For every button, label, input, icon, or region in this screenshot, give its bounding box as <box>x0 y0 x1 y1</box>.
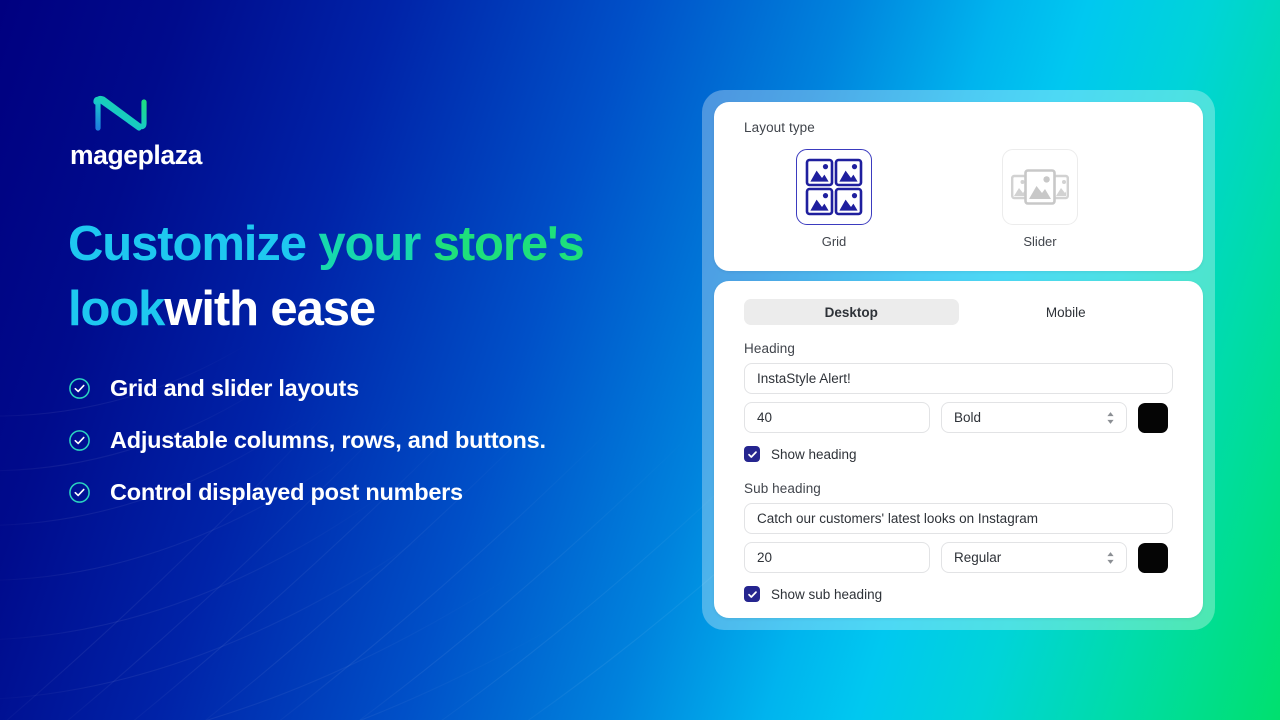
headline-word-2: your <box>318 217 421 271</box>
list-item: Grid and slider layouts <box>68 362 668 414</box>
sub-heading-font-weight-value: Regular <box>954 550 1002 565</box>
layout-type-options: Grid Slider <box>744 149 1173 249</box>
layout-option-slider-box[interactable] <box>1002 149 1078 225</box>
brand-logo: mageplaza <box>70 92 270 169</box>
heading-color-swatch[interactable] <box>1138 402 1168 433</box>
feature-label: Control displayed post numbers <box>110 478 463 505</box>
checkmark-icon <box>747 590 757 598</box>
check-circle-icon <box>69 481 90 503</box>
feature-label: Grid and slider layouts <box>110 374 359 401</box>
heading-style-row: Bold <box>744 402 1173 433</box>
sub-heading-color-swatch[interactable] <box>1138 542 1168 573</box>
device-tabs: Desktop Mobile <box>744 299 1173 325</box>
show-sub-heading-row[interactable]: Show sub heading <box>744 586 1173 602</box>
layout-option-slider-caption: Slider <box>1023 234 1057 249</box>
layout-type-panel: Layout type Grid Slider <box>714 102 1203 271</box>
promo-banner: mageplaza Customize your store's lookwit… <box>0 0 1280 720</box>
heading-field-group: Heading Bold <box>744 341 1173 462</box>
hero-headline: Customize your store's lookwith ease <box>68 212 668 342</box>
text-settings-panel: Desktop Mobile Heading Bold <box>714 281 1203 618</box>
sub-heading-font-size-input[interactable] <box>744 542 930 573</box>
show-heading-checkbox[interactable] <box>744 446 760 462</box>
show-heading-label: Show heading <box>771 446 857 462</box>
layout-option-grid[interactable]: Grid <box>796 149 872 249</box>
slider-images-icon <box>1011 169 1069 205</box>
tab-desktop[interactable]: Desktop <box>744 299 959 325</box>
list-item: Control displayed post numbers <box>68 466 668 518</box>
layout-type-label: Layout type <box>744 120 815 135</box>
feature-list: Grid and slider layouts Adjustable colum… <box>68 362 668 518</box>
sub-heading-input[interactable] <box>744 503 1173 534</box>
check-circle-icon <box>69 429 90 451</box>
show-sub-heading-label: Show sub heading <box>771 586 883 602</box>
heading-font-weight-value: Bold <box>954 410 982 425</box>
stepper-chevrons-icon <box>1107 411 1114 424</box>
stepper-chevrons-icon <box>1107 551 1114 564</box>
headline-word-4: look <box>68 282 165 337</box>
sub-heading-label: Sub heading <box>744 481 821 496</box>
settings-screenshot-frame: Layout type Grid Slider Desktop Mobile H… <box>702 90 1215 630</box>
heading-font-weight-select[interactable]: Bold <box>941 402 1127 433</box>
mageplaza-m-logo-icon <box>93 95 149 131</box>
headline-word-1: Customize <box>68 217 307 271</box>
sub-heading-font-weight-select[interactable]: Regular <box>941 542 1127 573</box>
heading-font-size-input[interactable] <box>744 402 930 433</box>
hero-content: mageplaza Customize your store's lookwit… <box>68 0 688 720</box>
brand-name: mageplaza <box>70 140 202 170</box>
list-item: Adjustable columns, rows, and buttons. <box>68 414 668 466</box>
check-circle-icon <box>69 377 90 399</box>
show-heading-row[interactable]: Show heading <box>744 446 1173 462</box>
sub-heading-field-group: Sub heading Regular <box>744 481 1173 602</box>
sub-heading-style-row: Regular <box>744 542 1173 573</box>
heading-input[interactable] <box>744 363 1173 394</box>
show-sub-heading-checkbox[interactable] <box>744 586 760 602</box>
grid-images-icon <box>805 158 863 216</box>
headline-word-5: with ease <box>164 282 376 337</box>
heading-label: Heading <box>744 341 795 356</box>
tab-mobile[interactable]: Mobile <box>959 299 1174 325</box>
layout-option-grid-box[interactable] <box>796 149 872 225</box>
feature-label: Adjustable columns, rows, and buttons. <box>110 426 546 453</box>
checkmark-icon <box>747 450 757 458</box>
headline-word-3: store's <box>432 217 585 271</box>
layout-option-grid-caption: Grid <box>821 234 847 249</box>
layout-option-slider[interactable]: Slider <box>1002 149 1078 249</box>
